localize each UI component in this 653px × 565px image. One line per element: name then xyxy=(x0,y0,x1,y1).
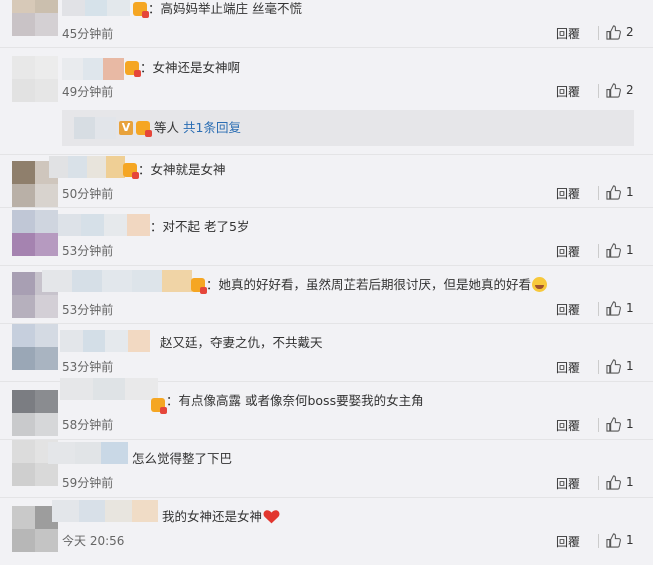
comment-text: ：女神还是女神啊 xyxy=(140,60,241,75)
divider xyxy=(598,186,599,200)
divider xyxy=(598,244,599,258)
thumbs-up-icon[interactable] xyxy=(606,243,621,258)
comment-text: ：对不起 老了5岁 xyxy=(150,219,250,234)
username[interactable] xyxy=(58,214,150,236)
sub-reply-box[interactable]: V 等人 共1条回复 xyxy=(62,110,634,146)
divider xyxy=(0,207,653,208)
reply-button[interactable]: 回覆 xyxy=(556,185,580,202)
comment-time: 49分钟前 xyxy=(62,85,114,99)
reply-button[interactable]: 回覆 xyxy=(556,475,580,492)
avatar[interactable] xyxy=(12,210,58,256)
thumbs-up-icon[interactable] xyxy=(606,185,621,200)
comment-text: ：有点像高露 或者像奈何boss要娶我的女主角 xyxy=(166,393,424,408)
divider xyxy=(598,302,599,316)
heart-icon xyxy=(263,510,280,524)
divider xyxy=(0,497,653,498)
like-count: 1 xyxy=(626,243,634,257)
comment-time: 45分钟前 xyxy=(62,27,114,41)
divider xyxy=(598,418,599,432)
divider xyxy=(0,154,653,155)
divider xyxy=(0,323,653,324)
reply-button[interactable]: 回覆 xyxy=(556,359,580,376)
comment-text: ：女神就是女神 xyxy=(138,162,226,177)
comment-text: 我的女神还是女神 xyxy=(162,508,280,526)
vip-badge-icon xyxy=(125,61,141,77)
thumbs-up-icon[interactable] xyxy=(606,417,621,432)
reply-button[interactable]: 回覆 xyxy=(556,417,580,434)
reply-button[interactable]: 回覆 xyxy=(556,301,580,318)
divider xyxy=(598,476,599,490)
avatar[interactable] xyxy=(12,56,58,102)
divider xyxy=(598,360,599,374)
like-count: 2 xyxy=(626,25,634,39)
username[interactable] xyxy=(60,378,159,400)
divider xyxy=(598,84,599,98)
vip-badge-icon xyxy=(136,121,152,137)
like-count: 1 xyxy=(626,475,634,489)
view-replies-link[interactable]: 共1条回复 xyxy=(183,120,241,135)
vip-badge-icon xyxy=(123,163,139,179)
comment-time: 53分钟前 xyxy=(62,303,114,317)
username[interactable] xyxy=(48,442,129,464)
comment-time: 今天 20:56 xyxy=(62,534,125,548)
comment-text: ：高妈妈举止端庄 丝毫不慌 xyxy=(148,1,302,16)
avatar[interactable] xyxy=(12,324,58,370)
reply-button[interactable]: 回覆 xyxy=(556,243,580,260)
like-count: 2 xyxy=(626,83,634,97)
username[interactable] xyxy=(52,500,158,522)
username[interactable] xyxy=(60,330,150,352)
comment-time: 53分钟前 xyxy=(62,360,114,374)
thumbs-up-icon[interactable] xyxy=(606,359,621,374)
divider xyxy=(598,26,599,40)
divider xyxy=(598,534,599,548)
divider xyxy=(0,265,653,266)
thumbs-up-icon[interactable] xyxy=(606,25,621,40)
username[interactable] xyxy=(62,58,125,80)
avatar[interactable] xyxy=(12,0,58,36)
like-count: 1 xyxy=(626,185,634,199)
vip-badge-icon xyxy=(151,398,167,414)
vip-badge-icon xyxy=(133,2,149,18)
comment-time: 50分钟前 xyxy=(62,187,114,201)
username[interactable] xyxy=(49,156,125,178)
thumbs-up-icon[interactable] xyxy=(606,475,621,490)
username[interactable] xyxy=(74,117,116,139)
like-count: 1 xyxy=(626,301,634,315)
comment-time: 58分钟前 xyxy=(62,418,114,432)
username[interactable] xyxy=(42,270,192,292)
thumbs-up-icon[interactable] xyxy=(606,533,621,548)
comment-text: 怎么觉得整了下巴 xyxy=(132,451,233,466)
laugh-cry-emoji-icon xyxy=(532,277,548,292)
comment-text: ：她真的好好看，虽然周芷若后期很讨厌，但是她真的好看 xyxy=(206,276,548,294)
username[interactable] xyxy=(62,0,131,16)
thumbs-up-icon[interactable] xyxy=(606,301,621,316)
reply-button[interactable]: 回覆 xyxy=(556,25,580,42)
like-count: 1 xyxy=(626,359,634,373)
reply-button[interactable]: 回覆 xyxy=(556,533,580,550)
comment-time: 53分钟前 xyxy=(62,244,114,258)
comment-text: 赵又廷，夺妻之仇，不共戴天 xyxy=(160,335,323,350)
comment-time: 59分钟前 xyxy=(62,476,114,490)
verified-badge-icon: V xyxy=(119,121,133,135)
thumbs-up-icon[interactable] xyxy=(606,83,621,98)
sub-reply-prefix: 等人 xyxy=(154,120,180,135)
reply-button[interactable]: 回覆 xyxy=(556,83,580,100)
divider xyxy=(0,439,653,440)
avatar[interactable] xyxy=(12,390,58,436)
divider xyxy=(0,47,653,48)
like-count: 1 xyxy=(626,417,634,431)
like-count: 1 xyxy=(626,533,634,547)
vip-badge-icon xyxy=(191,278,207,294)
